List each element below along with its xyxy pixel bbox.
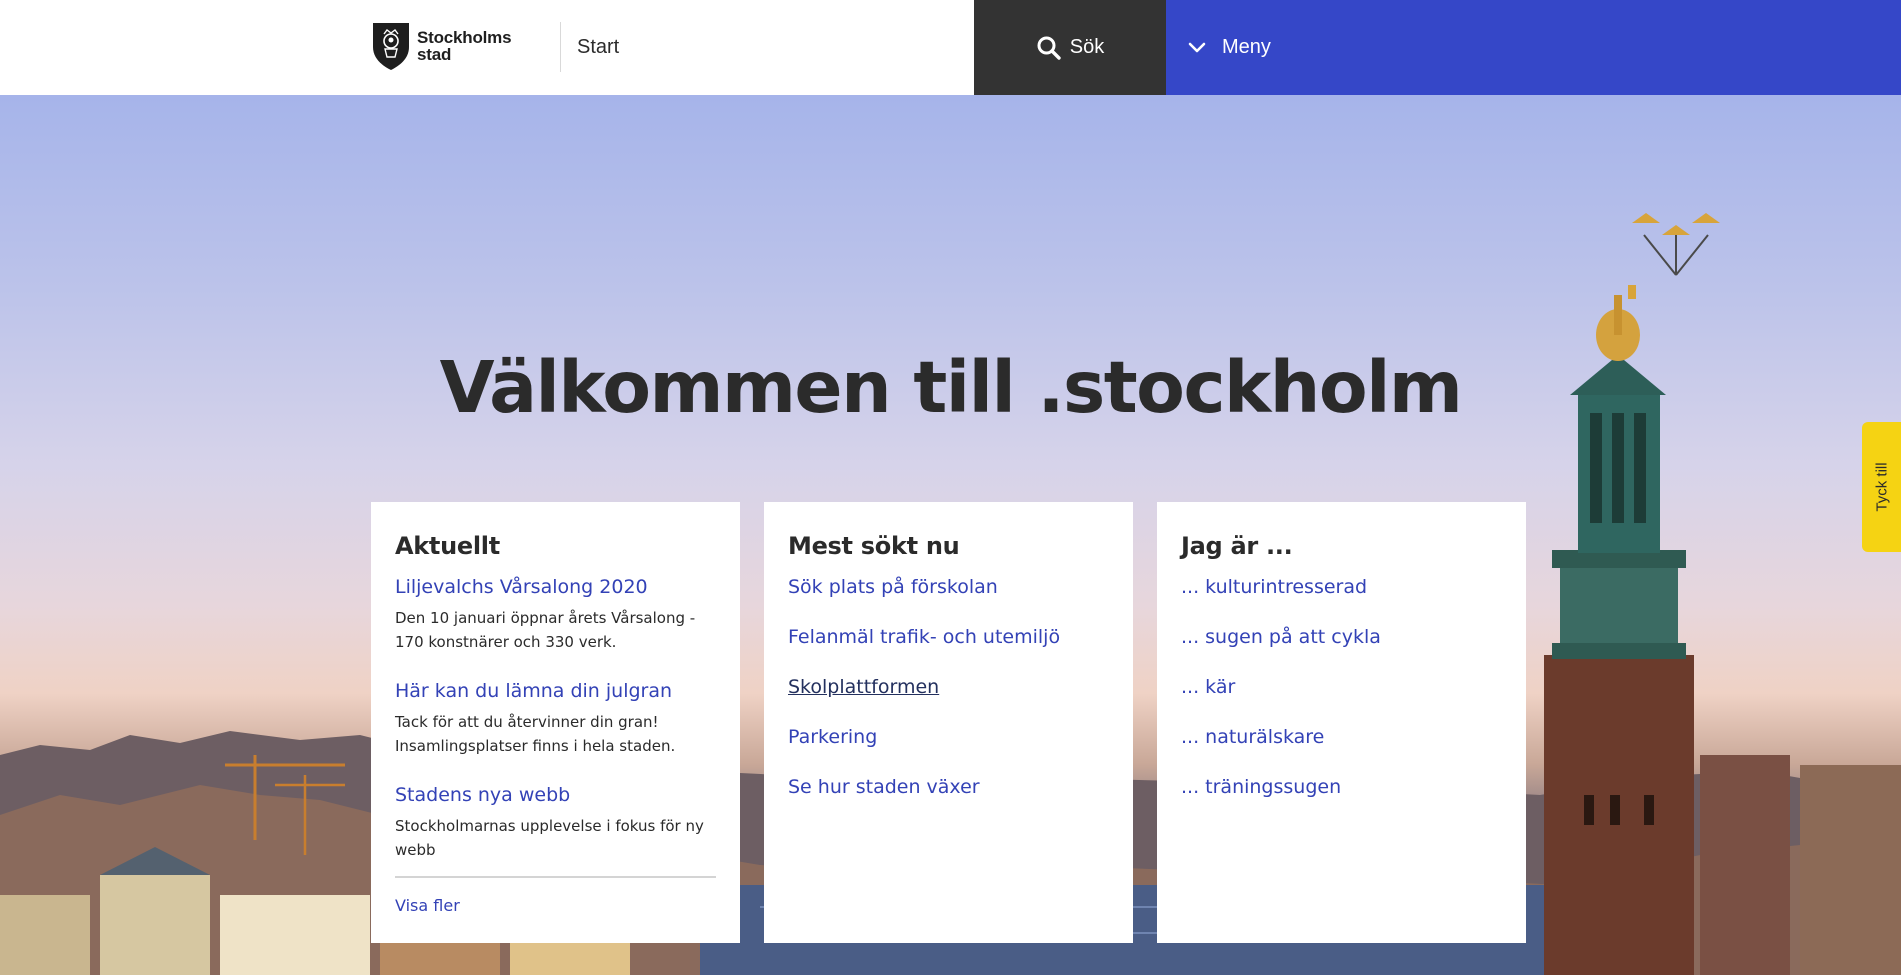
site-header: Stockholms stad Start Sök Meny [0, 0, 1901, 95]
menu-button[interactable]: Meny [1166, 0, 1901, 95]
most-searched-title: Mest sökt nu [788, 532, 960, 560]
most-searched-link[interactable]: Felanmäl trafik- och utemiljö [788, 626, 1060, 648]
card-divider [395, 876, 716, 878]
most-searched-link[interactable]: Skolplattformen [788, 676, 939, 698]
list-item: ... träningssugen [1181, 776, 1381, 826]
news-item-link[interactable]: Stadens nya webb [395, 784, 570, 806]
list-item: ... kulturintresserad [1181, 576, 1381, 626]
hero-section: Välkommen till .stockholm Aktuellt Lilje… [0, 95, 1901, 975]
show-more-link[interactable]: Visa fler [395, 896, 460, 915]
search-label: Sök [1069, 36, 1105, 58]
i-am-link[interactable]: ... kär [1181, 676, 1235, 698]
list-item: Sök plats på förskolan [788, 576, 1060, 626]
most-searched-card: Mest sökt nu Sök plats på förskolan Fela… [764, 502, 1133, 943]
menu-label: Meny [1222, 36, 1271, 58]
chevron-down-icon [1188, 42, 1206, 52]
logo-text-line1: Stockholms [417, 28, 512, 47]
news-item: Här kan du lämna din julgran Tack för at… [395, 680, 715, 758]
breadcrumb-start[interactable]: Start [577, 36, 619, 59]
news-item-description: Stockholmarnas upplevelse i fokus för ny… [395, 817, 704, 859]
news-item-link[interactable]: Här kan du lämna din julgran [395, 680, 672, 702]
news-item-description: Tack för att du återvinner din gran! Ins… [395, 713, 676, 755]
i-am-title: Jag är ... [1181, 532, 1293, 560]
list-item: Se hur staden växer [788, 776, 1060, 826]
page-title: Välkommen till .stockholm [439, 345, 1463, 429]
i-am-link[interactable]: ... sugen på att cykla [1181, 626, 1381, 648]
i-am-card: Jag är ... ... kulturintresserad ... sug… [1157, 502, 1526, 943]
news-item-link[interactable]: Liljevalchs Vårsalong 2020 [395, 576, 648, 598]
i-am-link[interactable]: ... träningssugen [1181, 776, 1341, 798]
most-searched-link[interactable]: Se hur staden växer [788, 776, 980, 798]
list-item: Skolplattformen [788, 676, 1060, 726]
i-am-link[interactable]: ... naturälskare [1181, 726, 1324, 748]
list-item: ... sugen på att cykla [1181, 626, 1381, 676]
search-icon [1037, 36, 1061, 60]
list-item: Parkering [788, 726, 1060, 776]
i-am-list: ... kulturintresserad ... sugen på att c… [1181, 576, 1381, 826]
news-card-title: Aktuellt [395, 532, 500, 560]
most-searched-link[interactable]: Parkering [788, 726, 877, 748]
news-card: Aktuellt Liljevalchs Vårsalong 2020 Den … [371, 502, 740, 943]
list-item: Felanmäl trafik- och utemiljö [788, 626, 1060, 676]
site-logo[interactable]: Stockholms stad [371, 21, 512, 71]
coat-of-arms-icon [373, 23, 409, 70]
news-item: Liljevalchs Vårsalong 2020 Den 10 januar… [395, 576, 715, 654]
news-item-description: Den 10 januari öppnar årets Vårsalong - … [395, 609, 696, 651]
news-item: Stadens nya webb Stockholmarnas upplevel… [395, 784, 715, 862]
most-searched-list: Sök plats på förskolan Felanmäl trafik- … [788, 576, 1060, 826]
header-divider [560, 22, 561, 72]
feedback-tab[interactable]: Tyck till [1862, 422, 1901, 552]
list-item: ... kär [1181, 676, 1381, 726]
list-item: ... naturälskare [1181, 726, 1381, 776]
i-am-link[interactable]: ... kulturintresserad [1181, 576, 1367, 598]
search-button[interactable]: Sök [974, 0, 1166, 95]
most-searched-link[interactable]: Sök plats på förskolan [788, 576, 998, 598]
logo-text-line2: stad [417, 45, 452, 64]
feedback-label: Tyck till [1873, 462, 1890, 512]
